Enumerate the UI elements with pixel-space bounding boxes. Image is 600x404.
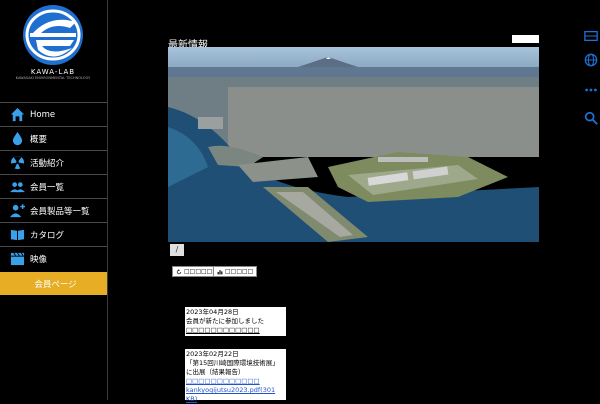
bar-chart-icon (217, 269, 223, 274)
news-file-link[interactable]: kankyogijutsu2023.pdf(301 KB) (186, 386, 285, 404)
sidebar-item-video[interactable]: 映像 (0, 246, 107, 270)
users-icon (8, 178, 26, 196)
sidebar-item-label: 活動紹介 (30, 158, 65, 169)
member-page-label: 会員ページ (34, 279, 77, 290)
sidebar-item-label: 会員製品等一覧 (30, 206, 90, 217)
news-text[interactable]: 「第15回川崎国際環境技術展」に出展（結果報告） (186, 359, 285, 377)
pager-button[interactable]: / (170, 244, 184, 256)
radiation-icon (8, 154, 26, 172)
news-sub[interactable]: □□□□□□□□□□□□ (186, 377, 285, 386)
sidebar-item-activities[interactable]: 活動紹介 (0, 150, 107, 174)
search-icon[interactable] (584, 110, 598, 125)
water-drop-icon (8, 130, 26, 148)
sidebar: KAWA-LAB KAWASAKI ENVIRONMENTAL TECHNOLO… (0, 0, 108, 400)
news-date: 2023年02月22日 (186, 350, 239, 358)
sidebar-item-overview[interactable]: 概要 (0, 126, 107, 150)
title-bar-button[interactable] (512, 35, 539, 43)
sidebar-item-members[interactable]: 会員一覧 (0, 174, 107, 198)
sidebar-item-label: 会員一覧 (30, 182, 65, 193)
hero-aerial-photo (168, 47, 539, 242)
sidebar-item-label: 概要 (30, 134, 48, 145)
home-icon (8, 106, 26, 124)
logo-subtitle: KAWASAKI ENVIRONMENTAL TECHNOLOGY (15, 76, 91, 80)
sidebar-item-label: カタログ (30, 230, 65, 241)
sidebar-item-label: 映像 (30, 254, 48, 265)
sidebar-item-catalog[interactable]: カタログ (0, 222, 107, 246)
sidebar-nav: Home 概要 活動紹介 会員一覧 会員製品等一覧 カタログ 映像 会員ページ (0, 102, 107, 295)
sidebar-item-home[interactable]: Home (0, 102, 107, 126)
news-date: 2023年04月28日 (186, 308, 239, 316)
globe-icon[interactable] (584, 52, 598, 67)
more-icon[interactable] (584, 82, 598, 96)
news-item: 2023年02月22日 「第15回川崎国際環境技術展」に出展（結果報告） □□□… (185, 349, 286, 403)
user-add-icon (8, 202, 26, 220)
member-page-button[interactable]: 会員ページ (0, 272, 107, 295)
logo-icon (23, 5, 83, 65)
list-view-button-label: □□□□□ (225, 268, 254, 275)
book-icon (8, 226, 26, 244)
news-item: 2023年04月28日 会員が新たに参加しました □□□□□□□□□□□□ (185, 307, 286, 336)
list-view-button[interactable]: □□□□□ (213, 266, 258, 277)
sidebar-item-label: Home (30, 109, 56, 120)
clapperboard-icon (8, 250, 26, 268)
sidebar-item-member-products[interactable]: 会員製品等一覧 (0, 198, 107, 222)
logo-text: KAWA-LAB (30, 68, 76, 76)
logo[interactable]: KAWA-LAB KAWASAKI ENVIRONMENTAL TECHNOLO… (10, 4, 96, 80)
news-sub[interactable]: □□□□□□□□□□□□ (186, 326, 285, 335)
refresh-icon (176, 268, 182, 274)
grid-icon[interactable] (584, 28, 598, 42)
news-text[interactable]: 会員が新たに参加しました (186, 317, 285, 326)
